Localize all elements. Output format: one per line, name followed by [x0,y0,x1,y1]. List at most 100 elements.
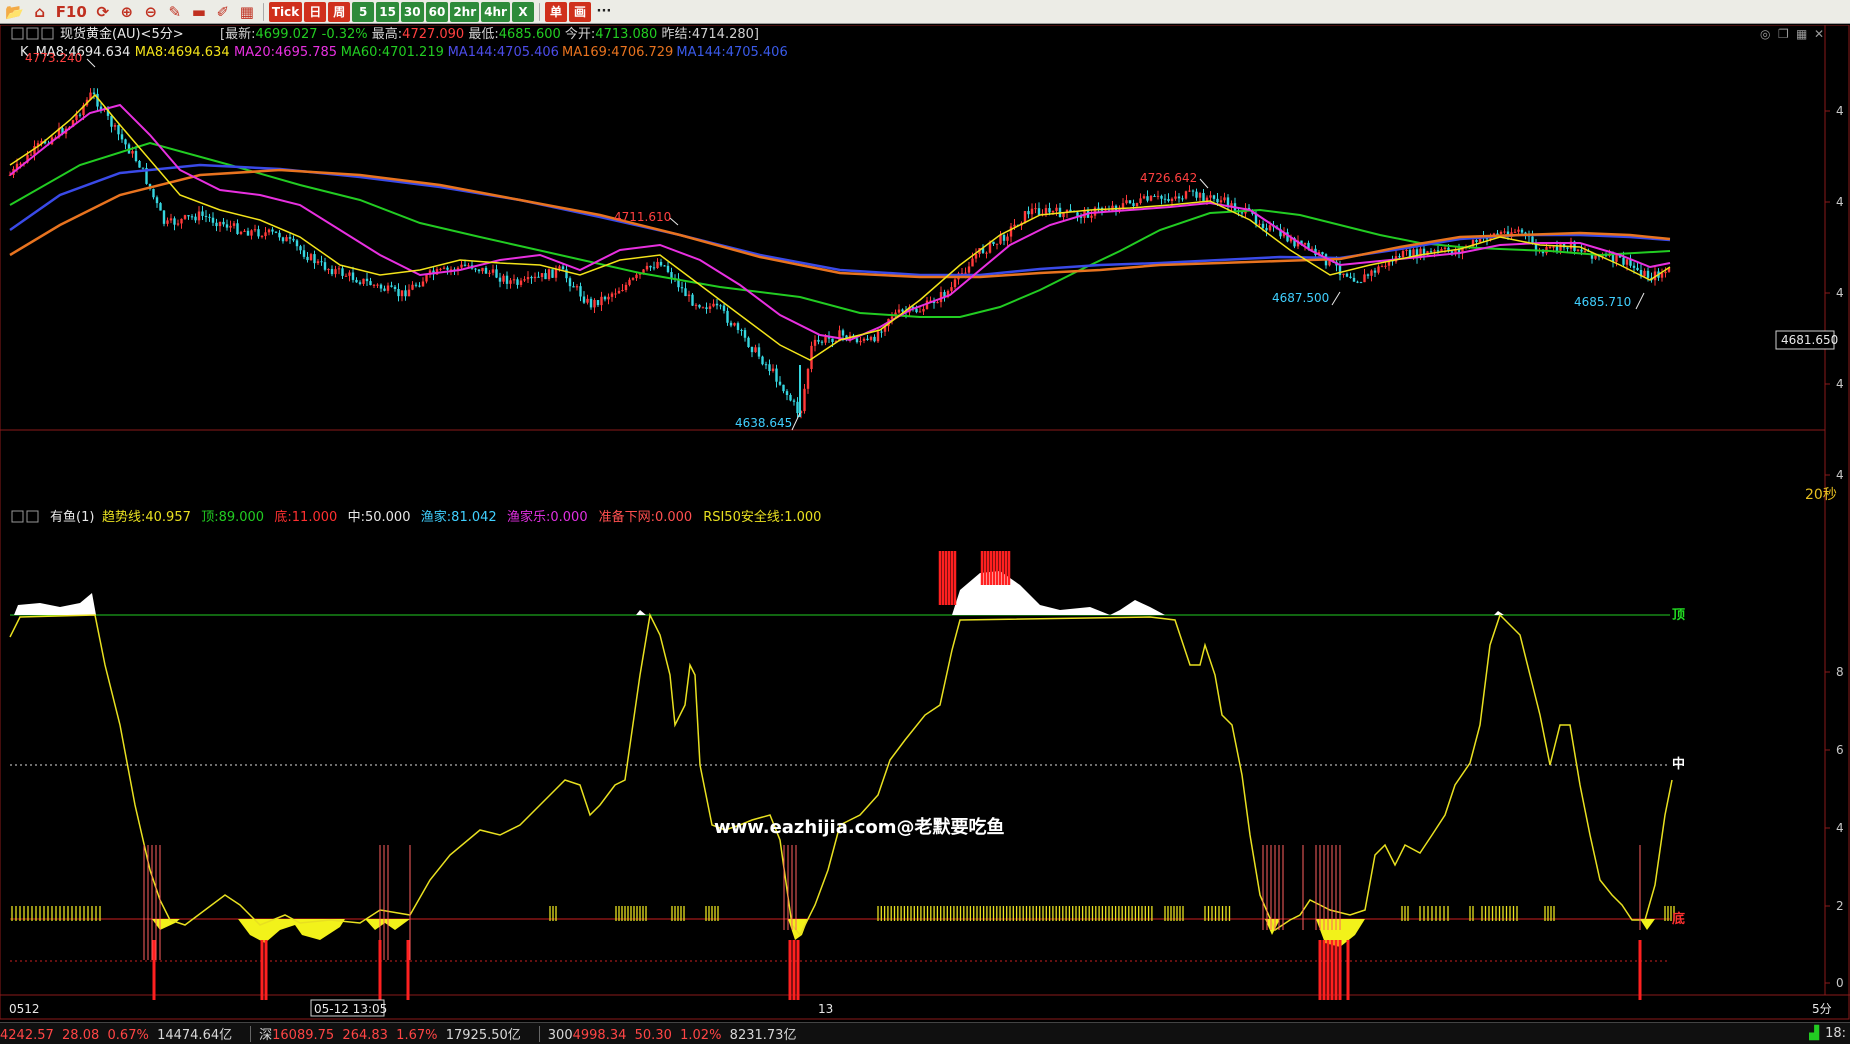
candle-body [621,289,624,291]
period-15-button[interactable]: 15 [376,1,399,22]
ma-legend-item: MA60:4701.219 [341,45,444,60]
candle-body [1216,198,1219,203]
candle-body [1013,224,1016,227]
period-30-button[interactable]: 30 [400,1,424,22]
candle-body [558,266,561,269]
candle-body [705,307,708,309]
pen-button[interactable]: ✐ [212,2,234,22]
tick-button[interactable]: Tick [268,1,303,22]
candle-body [1209,195,1212,198]
candle-body [1632,265,1636,268]
candle-body [369,281,372,286]
ma-legend-item: MA144:4705.406 [448,45,559,60]
ma-legend: K MA8:4694.634 MA8:4694.634 MA20:4695.785 MA… [20,45,788,60]
period-2hr-button[interactable]: 2hr [450,1,480,22]
candle-body [768,364,771,372]
period-4hr-button[interactable]: 4hr [481,1,510,22]
close-x-button[interactable]: X [511,1,534,22]
window-controls[interactable] [11,27,54,40]
candle-body [1097,207,1100,209]
candle-body [222,221,225,225]
candle-body [1121,203,1125,208]
candle-body [334,269,337,275]
eraser-button[interactable]: ▬ [188,2,210,22]
candle-body [1366,274,1370,276]
candle-body [92,92,96,94]
indicator-axis-tick: 8 [1836,665,1844,679]
candle-body [596,300,600,306]
candle-body [197,211,201,221]
candle-body [355,279,358,283]
day-button[interactable]: 日 [304,1,327,22]
candle-body [155,197,159,204]
candle-body [614,293,617,295]
candle-body [516,279,519,285]
more-button[interactable]: ··· [593,2,615,22]
candle-body [278,232,281,238]
chart-top-icons[interactable]: ◎ ❐ ▦ ✕ [1760,27,1824,41]
candle-body [523,279,526,281]
candle-body [698,304,701,308]
chart-canvas[interactable]: 现货黄金(AU)<5分> [最新:4699.027 -0.32% 最高:4727… [0,24,1850,1020]
refresh-button[interactable]: ⟳ [92,2,114,22]
candle-body [775,368,778,382]
candle-body [551,269,554,278]
candle-body [537,276,540,278]
week-button[interactable]: 周 [328,1,351,22]
candle-body [1258,223,1261,225]
chart-area[interactable]: 现货黄金(AU)<5分> [最新:4699.027 -0.32% 最高:4727… [0,24,1850,1020]
folder-button[interactable]: 📂 [2,2,27,22]
candle-body [1170,198,1174,201]
candle-body [782,384,785,392]
candle-body [316,261,320,264]
candle-body [880,331,883,333]
candle-body [1664,271,1667,274]
indicator-controls[interactable] [11,510,39,523]
candle-body [897,309,901,313]
candle-body [582,296,586,303]
f10-button[interactable]: F10 [53,2,90,22]
zoom-in-button[interactable]: ⊕ [116,2,138,22]
candle-body [712,303,715,307]
price-annotation: 4685.710 [1574,295,1631,309]
indicator-axis-tick: 6 [1836,743,1844,757]
home-button[interactable]: ⌂ [29,2,51,22]
candle-body [901,309,904,312]
period-60-button[interactable]: 60 [425,1,449,22]
candle-body [131,151,134,154]
ma-legend-item: MA169:4706.729 [562,45,673,60]
candle-body [253,229,257,231]
candle-body [1321,252,1324,255]
candle-body [348,272,351,276]
candle-body [1443,247,1447,250]
candle-body [1265,227,1268,231]
candle-body [729,322,733,326]
zoom-out-button[interactable]: ⊖ [140,2,162,22]
draw-tool-button[interactable]: 画 [568,1,591,22]
candle-body [722,305,726,311]
candle-body [1167,199,1170,201]
candle-body [708,306,712,309]
candle-body [1429,251,1433,253]
table-button[interactable]: ▦ [236,2,258,22]
ma-legend-item: MA8:4694.634 [135,45,230,60]
candle-body [600,296,603,306]
order-button[interactable]: 单 [544,1,567,22]
candle-body [1223,197,1226,201]
candle-body [754,347,757,353]
candle-body [442,267,446,269]
candle-body [1513,231,1517,233]
indicator-param: RSI50安全线:1.000 [703,509,821,525]
candle-body [299,246,302,251]
candle-body [75,114,78,121]
period-5-button[interactable]: 5 [352,1,375,22]
candle-body [1398,256,1401,258]
candle-body [526,277,530,280]
candle-body [593,300,596,308]
candle-body [460,264,463,268]
draw-button[interactable]: ✎ [164,2,186,22]
candle-body [1142,196,1146,199]
candle-body [1552,246,1555,248]
candle-body [250,230,253,236]
candle-body [1615,255,1618,262]
